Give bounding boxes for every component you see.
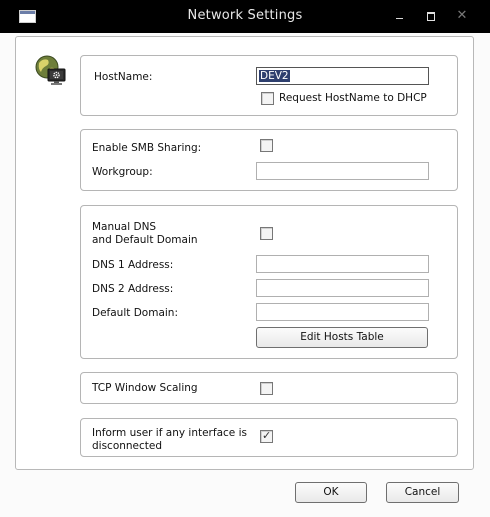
network-globe-monitor-icon bbox=[33, 54, 67, 88]
smb-group: Enable SMB Sharing: Workgroup: bbox=[80, 129, 458, 191]
workgroup-label: Workgroup: bbox=[92, 166, 153, 178]
dns-group: Manual DNS and Default Domain DNS 1 Addr… bbox=[80, 205, 458, 359]
request-dhcp-label: Request HostName to DHCP bbox=[279, 92, 427, 104]
edit-hosts-table-button[interactable]: Edit Hosts Table bbox=[256, 327, 428, 348]
close-icon[interactable]: ✕ bbox=[455, 9, 469, 23]
request-dhcp-checkbox[interactable] bbox=[261, 92, 274, 105]
dns2-input[interactable] bbox=[256, 279, 429, 297]
default-domain-label: Default Domain: bbox=[92, 307, 178, 319]
minimize-icon[interactable] bbox=[393, 9, 407, 23]
inform-disconnect-checkbox[interactable]: ✓ bbox=[260, 429, 273, 443]
hostname-group: HostName: DEV2 Request HostName to DHCP bbox=[80, 55, 458, 116]
manual-dns-label-line2: and Default Domain bbox=[92, 234, 198, 246]
title-bar: Network Settings ✕ bbox=[0, 0, 490, 33]
tcp-group: TCP Window Scaling bbox=[80, 372, 458, 404]
dns1-label: DNS 1 Address: bbox=[92, 259, 174, 271]
enable-smb-label: Enable SMB Sharing: bbox=[92, 142, 202, 154]
default-domain-input[interactable] bbox=[256, 303, 429, 321]
dns2-label: DNS 2 Address: bbox=[92, 283, 174, 295]
hostname-input[interactable]: DEV2 bbox=[256, 67, 429, 85]
inform-group: Inform user if any interface is disconne… bbox=[80, 418, 458, 457]
enable-smb-checkbox[interactable] bbox=[260, 139, 273, 152]
check-icon: ✓ bbox=[262, 429, 272, 442]
ok-button[interactable]: OK bbox=[295, 482, 367, 503]
window-title: Network Settings bbox=[187, 8, 303, 23]
cancel-button[interactable]: Cancel bbox=[386, 482, 459, 503]
tcp-window-scaling-checkbox[interactable] bbox=[260, 382, 273, 395]
dns1-input[interactable] bbox=[256, 255, 429, 273]
inform-label-line2: disconnected bbox=[92, 440, 163, 452]
workgroup-input[interactable] bbox=[256, 162, 429, 180]
manual-dns-label-line1: Manual DNS bbox=[92, 221, 157, 233]
inform-label-line1: Inform user if any interface is bbox=[92, 427, 247, 439]
tcp-window-scaling-label: TCP Window Scaling bbox=[92, 382, 198, 394]
hostname-input-value: DEV2 bbox=[259, 70, 290, 82]
manual-dns-checkbox[interactable] bbox=[260, 227, 273, 240]
maximize-icon[interactable] bbox=[424, 9, 438, 23]
hostname-label: HostName: bbox=[94, 71, 153, 83]
